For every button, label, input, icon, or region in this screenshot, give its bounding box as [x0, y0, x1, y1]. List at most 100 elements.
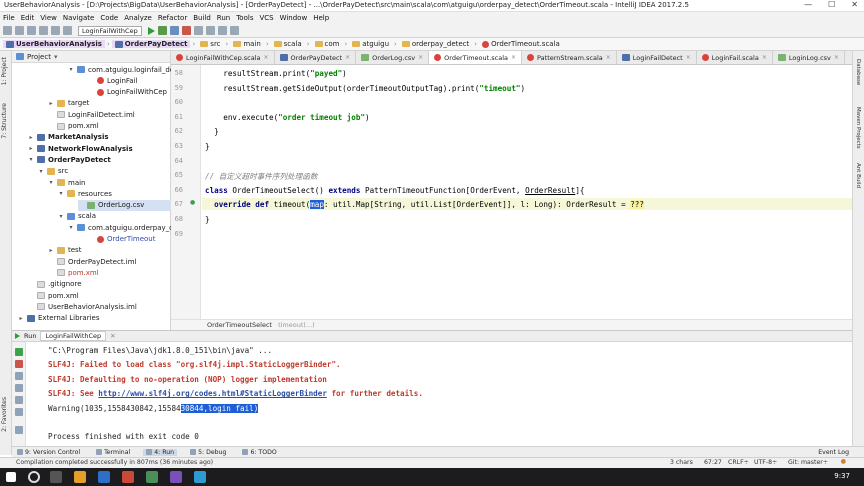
menu-vcs[interactable]: VCS [259, 14, 273, 22]
run-config-select[interactable]: LoginFailWithCep [78, 25, 142, 36]
editor-tab[interactable]: OrderTimeout.scala × [429, 51, 523, 64]
breadcrumb-item[interactable]: src [197, 40, 223, 48]
tree-item[interactable]: ▾ com.atguigu.loginfail_detect [68, 64, 187, 75]
close-icon[interactable]: × [418, 54, 423, 61]
run-config-tab[interactable]: LoginFailWithCep [40, 331, 107, 341]
tree-item[interactable]: ▸ NetworkFlowAnalysis [28, 143, 132, 154]
favorites-tool-tab[interactable]: 2: Favorites [1, 397, 8, 432]
menu-build[interactable]: Build [193, 14, 211, 22]
tree-item[interactable]: ▸ MarketAnalysis [28, 132, 108, 143]
breadcrumb-item[interactable]: OrderPayDetect [111, 40, 191, 48]
run-icon[interactable] [147, 26, 155, 35]
app-icon[interactable] [170, 471, 182, 483]
menu-navigate[interactable]: Navigate [63, 14, 94, 22]
editor-tab[interactable]: LoginLog.csv × [773, 51, 845, 64]
maven-tool-tab[interactable]: Maven Projects [855, 107, 861, 149]
task-view-icon[interactable] [50, 471, 62, 483]
tree-item[interactable]: .gitignore [28, 279, 82, 290]
event-log-tab[interactable]: Event Log [815, 449, 852, 456]
chevron-down-icon[interactable]: ▾ [54, 53, 58, 61]
tree-item[interactable]: ▸ test [48, 245, 81, 256]
tree-item[interactable]: LoginFailDetect.iml [48, 109, 135, 120]
close-icon[interactable]: × [264, 54, 269, 61]
browser-icon[interactable] [98, 471, 110, 483]
tree-item[interactable]: UserBehaviorAnalysis.iml [28, 301, 137, 312]
tree-item[interactable]: pom.xml [48, 267, 99, 278]
coverage-icon[interactable] [169, 26, 179, 35]
expand-arrow-icon[interactable]: ▾ [68, 224, 74, 231]
debug-icon[interactable] [157, 26, 167, 35]
breadcrumb-item[interactable]: OrderTimeout.scala [479, 40, 563, 48]
menu-edit[interactable]: Edit [21, 14, 35, 22]
status-git-branch[interactable]: Git: master÷ [788, 459, 828, 466]
tree-item[interactable]: ▾ scala [58, 211, 96, 222]
tree-item[interactable]: OrderTimeout [88, 234, 156, 245]
bottom-tool-tab[interactable]: 5: Debug [187, 449, 229, 456]
expand-arrow-icon[interactable]: ▸ [48, 247, 54, 254]
status-encoding[interactable]: UTF-8÷ [754, 459, 777, 466]
bottom-tool-tab[interactable]: Terminal [93, 449, 133, 456]
tree-item[interactable]: pom.xml [28, 290, 79, 301]
menu-code[interactable]: Code [100, 14, 118, 22]
expand-arrow-icon[interactable]: ▸ [28, 145, 34, 152]
structure-tool-tab[interactable]: 7: Structure [1, 103, 8, 139]
breadcrumb-item[interactable]: com [312, 40, 343, 48]
status-line-separator[interactable]: CRLF÷ [728, 459, 749, 466]
close-icon[interactable]: ✕ [851, 0, 858, 9]
menu-file[interactable]: File [3, 14, 15, 22]
back-icon[interactable] [39, 26, 48, 35]
scroll-to-end-icon[interactable] [15, 384, 23, 392]
expand-arrow-icon[interactable]: ▸ [48, 100, 54, 107]
expand-arrow-icon[interactable]: ▾ [58, 190, 64, 197]
tree-item[interactable]: OrderPayDetect.iml [48, 256, 137, 267]
tree-item[interactable]: LoginFail [88, 75, 137, 86]
file-explorer-icon[interactable] [74, 471, 86, 483]
sdk-icon[interactable] [217, 26, 227, 35]
close-icon[interactable]: × [606, 54, 611, 61]
breadcrumb-item[interactable]: scala [271, 40, 305, 48]
minimize-icon[interactable]: — [804, 0, 812, 9]
expand-arrow-icon[interactable]: ▾ [28, 156, 34, 163]
editor-tab[interactable]: LoginFailWithCep.scala × [171, 51, 275, 64]
menu-refactor[interactable]: Refactor [158, 14, 187, 22]
run-console[interactable]: "C:\Program Files\Java\jdk1.8.0_151\bin\… [26, 342, 852, 446]
editor-tab[interactable]: LoginFail.scala × [697, 51, 773, 64]
status-position[interactable]: 67:27 [704, 459, 722, 466]
breadcrumb-item[interactable]: UserBehaviorAnalysis [3, 40, 105, 48]
pin-icon[interactable] [15, 426, 23, 434]
editor-tab[interactable]: LoginFailDetect × [617, 51, 697, 64]
override-marker-icon[interactable]: ● [190, 199, 195, 206]
tree-item[interactable]: ▾ main [48, 177, 85, 188]
close-icon[interactable]: × [834, 54, 839, 61]
menu-view[interactable]: View [40, 14, 57, 22]
forward-icon[interactable] [51, 26, 60, 35]
tree-item[interactable]: ▾ OrderPayDetect [28, 154, 110, 165]
expand-arrow-icon[interactable]: ▾ [68, 66, 74, 73]
editor-tab[interactable]: PatternStream.scala × [522, 51, 617, 64]
search-icon[interactable] [28, 471, 40, 483]
menu-tools[interactable]: Tools [236, 14, 253, 22]
rerun-icon[interactable] [15, 348, 23, 356]
windows-start-icon[interactable] [6, 472, 16, 482]
build-icon[interactable] [63, 26, 72, 35]
menu-analyze[interactable]: Analyze [124, 14, 152, 22]
tree-item[interactable]: ▾ resources [58, 188, 111, 199]
bottom-tool-tab[interactable]: 6: TODO [239, 449, 279, 456]
tree-item[interactable]: LoginFailWithCep [88, 87, 167, 98]
pause-icon[interactable] [15, 372, 23, 380]
project-structure-icon[interactable] [193, 26, 203, 35]
close-icon[interactable]: × [762, 54, 767, 61]
database-tool-tab[interactable]: Database [855, 59, 861, 85]
tree-item[interactable]: ▸ External Libraries [18, 313, 99, 324]
bottom-tool-tab[interactable]: 9: Version Control [14, 449, 83, 456]
save-icon[interactable] [15, 26, 24, 35]
expand-arrow-icon[interactable]: ▾ [48, 179, 54, 186]
tree-item[interactable]: ▸ target [48, 98, 89, 109]
close-icon[interactable]: ✕ [110, 332, 115, 340]
editor-tab[interactable]: OrderLog.csv × [356, 51, 430, 64]
print-icon[interactable] [15, 396, 23, 404]
code-breadcrumb-item[interactable]: OrderTimeoutSelect [207, 321, 272, 329]
breadcrumb-item[interactable]: atguigu [349, 40, 392, 48]
event-log-icon[interactable]: ● [841, 458, 846, 465]
expand-arrow-icon[interactable]: ▸ [28, 134, 34, 141]
